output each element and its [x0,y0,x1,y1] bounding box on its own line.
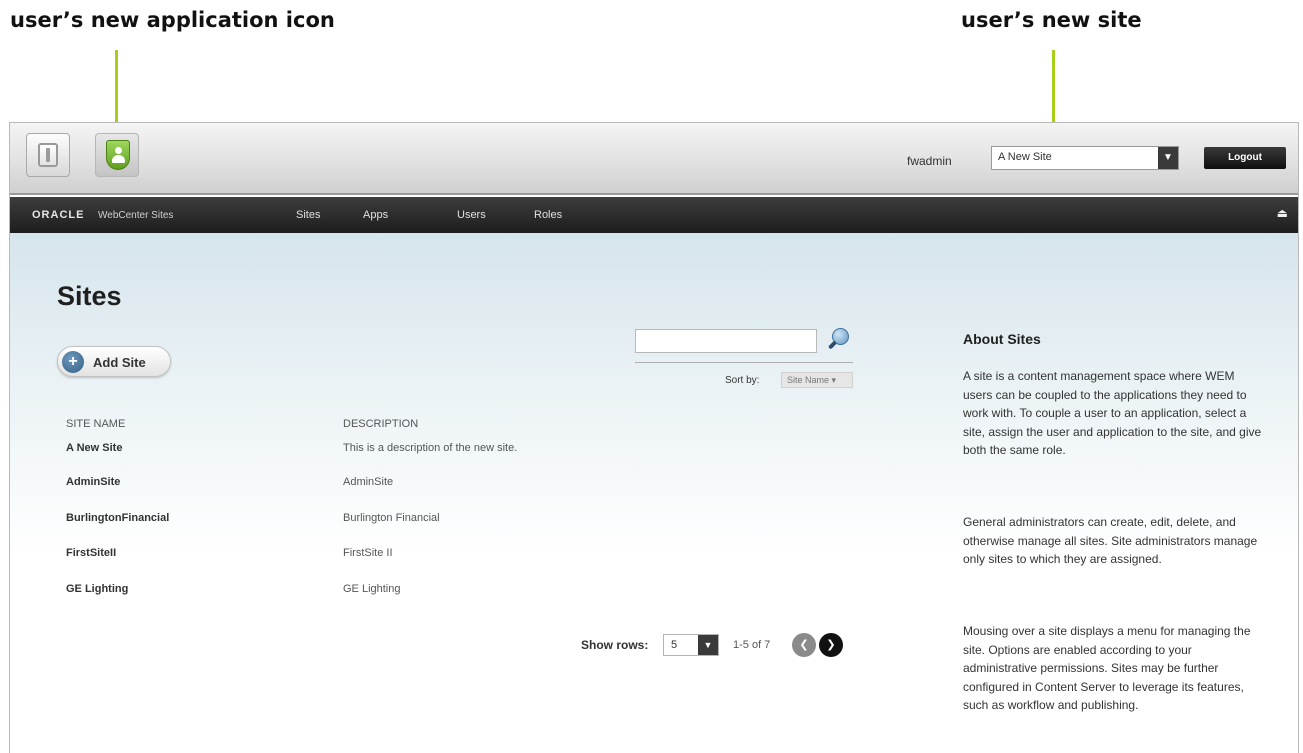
nav-item-apps[interactable]: Apps [363,209,388,221]
username-label: fwadmin [907,154,952,168]
chevron-down-icon[interactable]: ▼ [1158,147,1178,169]
page-title: Sites [57,281,122,311]
search-icon[interactable] [827,327,853,353]
user-icon [112,147,125,163]
shield-user-app-icon[interactable] [95,133,139,177]
previous-page-button[interactable]: ❮ [792,633,816,657]
plus-icon: + [62,351,84,373]
site-select[interactable]: A New Site ▼ [991,146,1179,170]
site-description: Burlington Financial [343,512,440,524]
site-description: GE Lighting [343,583,401,595]
site-name-link[interactable]: A New Site [66,442,122,454]
sort-select[interactable]: Site Name ▾ [781,372,853,388]
add-site-button[interactable]: + Add Site [57,346,171,377]
search-handle [827,340,838,350]
column-header-site-name: SITE NAME [66,418,126,430]
about-sites-title: About Sites [963,331,1041,347]
main-nav: ORACLE WebCenter Sites Sites Apps Users … [10,197,1298,233]
app-icon-callout: user’s new application icon [10,8,335,32]
document-app-icon[interactable] [26,133,70,177]
site-description: AdminSite [343,476,394,488]
search-input[interactable] [635,329,817,353]
about-paragraph: A site is a content management space whe… [963,369,1262,457]
next-page-button[interactable]: ❯ [819,633,843,657]
oracle-logo: ORACLE [32,209,85,221]
site-name-link[interactable]: GE Lighting [66,583,128,595]
site-callout: user’s new site [961,8,1142,32]
site-description: This is a description of the new site. [343,442,518,454]
site-name-link[interactable]: BurlingtonFinancial [66,512,169,524]
rows-select-value: 5 [671,639,678,651]
main-content: Sites + Add Site Sort by: Site Name ▾ SI… [10,233,1298,753]
page-count: 1-5 of 7 [733,639,771,651]
divider [635,362,853,363]
site-description: FirstSite II [343,547,393,559]
nav-item-roles[interactable]: Roles [534,209,562,221]
app-window: fwadmin A New Site ▼ Logout ORACLE WebCe… [9,122,1299,753]
logout-button[interactable]: Logout [1204,147,1286,169]
sort-select-value: Site Name [787,375,830,385]
chevron-down-icon[interactable]: ▼ [698,635,718,655]
sort-label: Sort by: [725,375,760,386]
rows-per-page-select[interactable]: 5 ▼ [663,634,719,656]
shield-icon [106,140,130,170]
eject-icon[interactable]: ⏏ [1277,206,1288,220]
show-rows-label: Show rows: [581,638,649,652]
app-icon-callout-line [115,50,118,132]
nav-item-users[interactable]: Users [457,209,486,221]
nav-item-sites[interactable]: Sites [296,209,320,221]
document-glyph [38,143,58,167]
site-select-value: A New Site [998,151,1052,163]
top-header: fwadmin A New Site ▼ Logout [10,123,1298,195]
product-name: WebCenter Sites [98,210,174,221]
column-header-description: DESCRIPTION [343,418,419,430]
site-name-link[interactable]: FirstSiteII [66,547,116,559]
screenshot-root: user’s new application icon user’s new s… [0,0,1303,753]
add-site-label: Add Site [93,355,146,370]
site-name-link[interactable]: AdminSite [66,476,120,488]
about-paragraph: General administrators can create, edit,… [963,515,1258,566]
about-paragraph: Mousing over a site displays a menu for … [963,624,1251,712]
